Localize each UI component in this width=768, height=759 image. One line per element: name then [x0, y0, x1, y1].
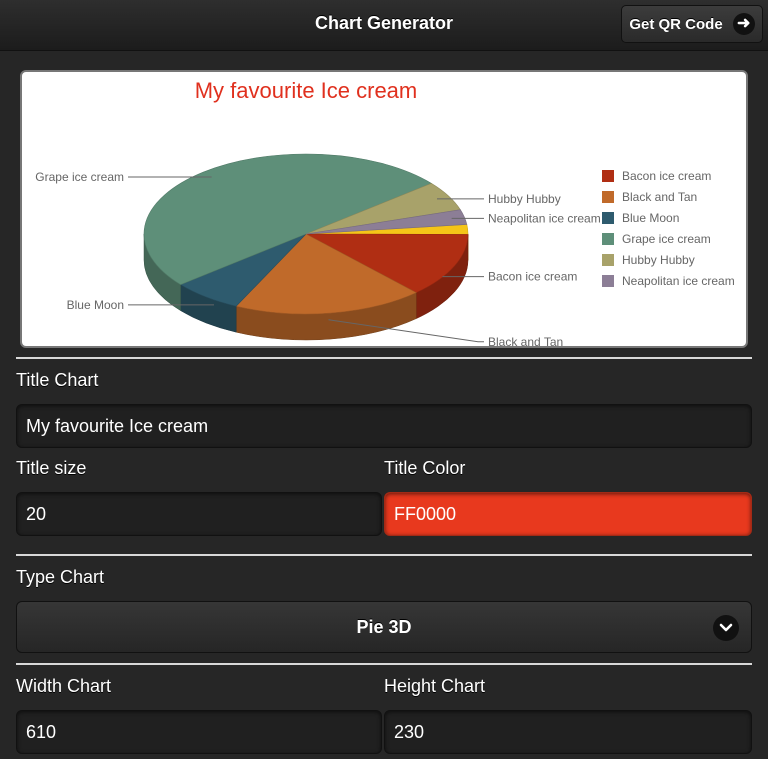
slice-label: Grape ice cream	[35, 170, 124, 184]
width-chart-input[interactable]	[16, 710, 382, 754]
divider	[16, 357, 752, 359]
qr-button-label: Get QR Code	[629, 15, 723, 33]
legend-entry: Black and Tan	[622, 190, 697, 204]
divider	[16, 663, 752, 665]
title-color-input[interactable]	[384, 492, 752, 536]
pie-chart: My favourite Ice cream Bacon ice cream Bla…	[35, 78, 735, 346]
height-chart-label: Height Chart	[384, 676, 486, 696]
legend-entry: Blue Moon	[622, 211, 679, 225]
legend-swatch	[602, 233, 614, 245]
app-header: Chart Generator Get QR Code ➜	[0, 0, 768, 51]
get-qr-code-button[interactable]: Get QR Code ➜	[621, 5, 763, 43]
type-chart-label: Type Chart	[16, 567, 105, 587]
legend-swatch	[602, 191, 614, 203]
slice-label: Hubby Hubby	[488, 192, 561, 206]
width-chart-label: Width Chart	[16, 676, 112, 696]
title-size-label: Title size	[16, 458, 87, 478]
chevron-down-icon	[713, 615, 739, 641]
slice-label: Blue Moon	[67, 298, 124, 312]
arrow-right-icon: ➜	[732, 13, 755, 35]
title-color-label: Title Color	[384, 458, 466, 478]
chart-preview: My favourite Ice cream Bacon ice cream Bla…	[20, 70, 748, 348]
legend-entry: Bacon ice cream	[622, 169, 711, 183]
legend-swatch	[602, 275, 614, 287]
title-chart-input[interactable]	[16, 404, 752, 448]
chart-title: My favourite Ice cream	[195, 78, 418, 103]
slice-label: Black and Tan	[488, 335, 563, 346]
type-chart-value: Pie 3D	[356, 616, 412, 637]
legend-entry: Neapolitan ice cream	[622, 274, 735, 288]
legend-entry: Grape ice cream	[622, 232, 711, 246]
legend-swatch	[602, 170, 614, 182]
slice-label: Bacon ice cream	[488, 270, 577, 284]
title-size-input[interactable]	[16, 492, 382, 536]
legend-swatch	[602, 212, 614, 224]
title-chart-label: Title Chart	[16, 370, 99, 390]
legend-swatch	[602, 254, 614, 266]
legend-entry: Hubby Hubby	[622, 253, 695, 267]
type-chart-select[interactable]: Pie 3D	[16, 601, 752, 653]
height-chart-input[interactable]	[384, 710, 752, 754]
divider	[16, 554, 752, 556]
slice-label: Neapolitan ice cream	[488, 211, 601, 225]
